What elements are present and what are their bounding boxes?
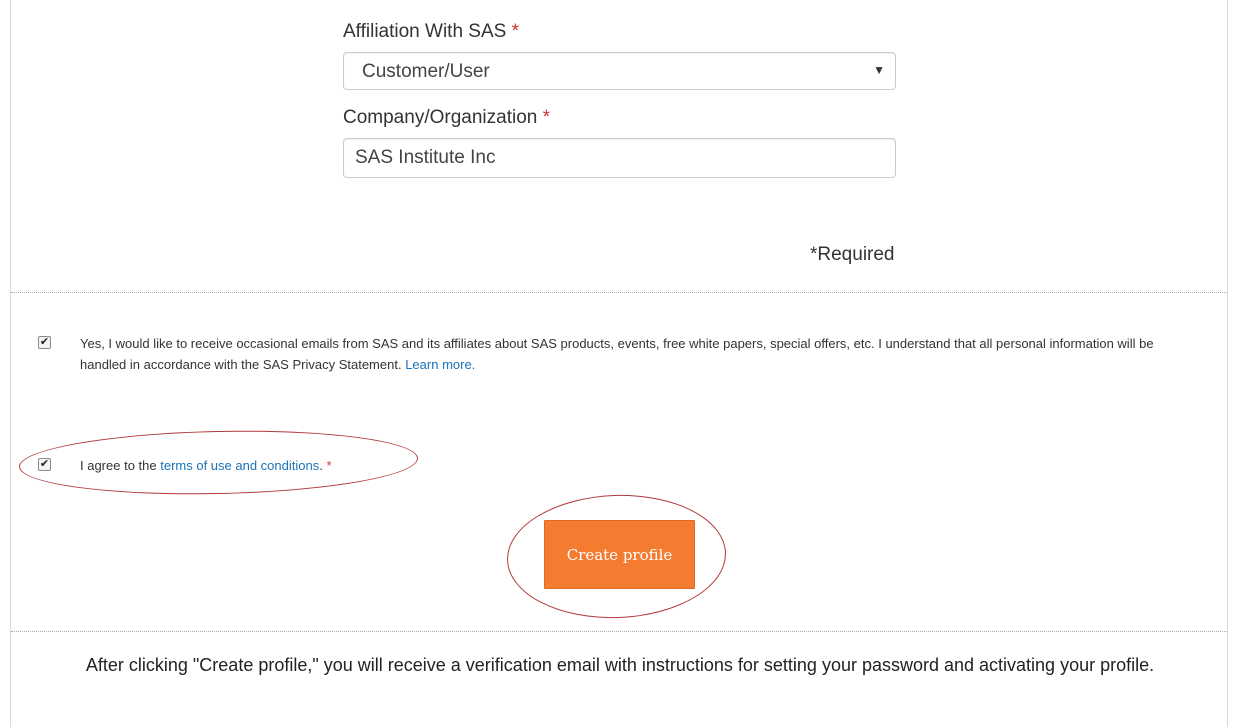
company-label: Company/Organization * bbox=[343, 107, 551, 128]
terms-consent-text: I agree to the terms of use and conditio… bbox=[80, 458, 332, 473]
required-note: *Required bbox=[810, 244, 895, 265]
create-profile-button[interactable]: Create profile bbox=[544, 520, 695, 589]
learn-more-link[interactable]: Learn more. bbox=[405, 357, 475, 372]
newsletter-consent-row: ✔ Yes, I would like to receive occasiona… bbox=[38, 333, 1188, 375]
right-border bbox=[1227, 0, 1228, 727]
registration-page: Affiliation With SAS * Customer/User ▼ C… bbox=[0, 0, 1236, 727]
affiliation-label: Affiliation With SAS * bbox=[343, 21, 520, 42]
left-border bbox=[10, 0, 11, 727]
required-star: * bbox=[542, 107, 551, 128]
affiliation-select[interactable]: Customer/User ▼ bbox=[343, 52, 896, 90]
required-star: * bbox=[326, 458, 332, 473]
divider bbox=[11, 292, 1227, 293]
terms-consent-row: ✔ I agree to the terms of use and condit… bbox=[38, 455, 332, 476]
terms-link[interactable]: terms of use and conditions bbox=[160, 458, 319, 473]
affiliation-selected-value: Customer/User bbox=[362, 61, 490, 82]
newsletter-consent-text: Yes, I would like to receive occasional … bbox=[80, 336, 1154, 372]
newsletter-checkbox[interactable]: ✔ bbox=[38, 336, 51, 349]
required-star: * bbox=[511, 21, 520, 42]
terms-checkbox[interactable]: ✔ bbox=[38, 458, 51, 471]
profile-form: Affiliation With SAS * Customer/User ▼ C… bbox=[343, 18, 896, 178]
verification-note: After clicking "Create profile," you wil… bbox=[85, 655, 1155, 675]
divider bbox=[11, 631, 1227, 632]
caret-down-icon: ▼ bbox=[873, 63, 885, 77]
company-input[interactable] bbox=[343, 138, 896, 178]
